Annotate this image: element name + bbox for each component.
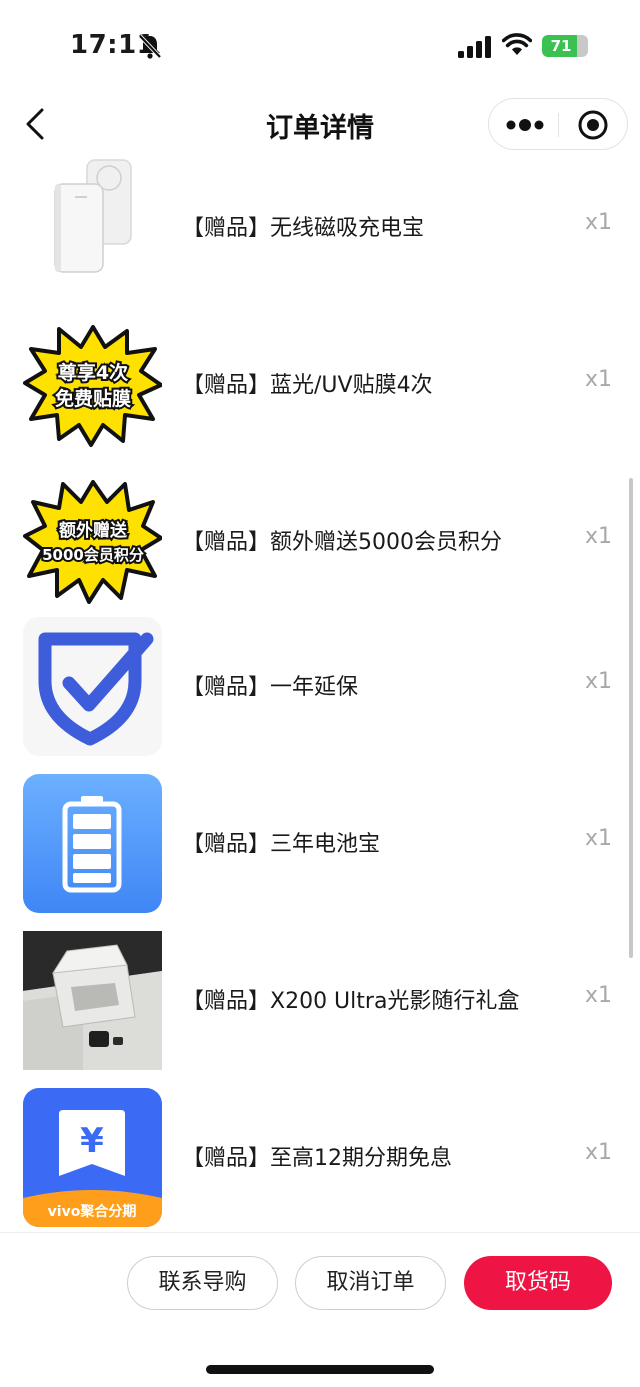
page-title: 订单详情 <box>266 113 374 144</box>
shield-check-icon <box>23 617 162 756</box>
gift-name: 【赠品】X200 Ultra光影随行礼盒 <box>182 989 520 1014</box>
gift-row[interactable]: 尊享4次 免费贴膜 【赠品】蓝光/UV贴膜4次 x1 <box>0 315 640 455</box>
installment-badge-text: vivo聚合分期 <box>48 1203 137 1220</box>
gift-qty: x1 <box>584 983 612 1008</box>
gift-box-photo <box>23 931 162 1070</box>
chevron-left-icon[interactable] <box>18 106 54 142</box>
gift-name: 【赠品】三年电池宝 <box>182 832 381 857</box>
gift-row[interactable]: 【赠品】一年延保 x1 <box>0 617 640 757</box>
target-circle-icon[interactable] <box>577 109 609 141</box>
wifi-icon <box>502 33 532 55</box>
battery-level: 71 <box>550 37 572 55</box>
battery-app-icon <box>23 774 162 913</box>
gift-list[interactable]: 【赠品】无线磁吸充电宝 x1 尊享4次 免费贴膜 【赠品】蓝光/UV贴膜4次 x… <box>0 158 640 1232</box>
starburst-badge: 额外赠送 5000会员积分 <box>23 472 162 611</box>
bell-slash-icon <box>138 34 162 59</box>
gift-name: 【赠品】一年延保 <box>182 675 359 700</box>
gift-qty: x1 <box>584 524 612 549</box>
badge-line-2: 5000会员积分 <box>42 546 144 564</box>
yuan-bookmark-icon: ¥ vivo聚合分期 <box>23 1088 162 1227</box>
gift-qty: x1 <box>584 367 612 392</box>
gift-qty: x1 <box>584 210 612 235</box>
gift-name: 【赠品】额外赠送5000会员积分 <box>182 530 502 555</box>
badge-line-1: 尊享4次 <box>58 361 128 384</box>
nav-bar: 订单详情 <box>0 92 640 158</box>
contact-guide-button[interactable]: 联系导购 <box>127 1256 278 1310</box>
battery-cap <box>584 42 587 50</box>
gift-name: 【赠品】蓝光/UV贴膜4次 <box>182 373 433 398</box>
gift-row[interactable]: 【赠品】X200 Ultra光影随行礼盒 x1 <box>0 931 640 1071</box>
gift-row[interactable]: 【赠品】三年电池宝 x1 <box>0 774 640 914</box>
home-indicator[interactable] <box>206 1365 434 1374</box>
power-bank-image <box>23 158 162 297</box>
more-dots-icon[interactable] <box>503 107 547 143</box>
cancel-order-button[interactable]: 取消订单 <box>295 1256 446 1310</box>
mini-program-capsule <box>488 98 628 150</box>
capsule-divider <box>558 113 559 137</box>
gift-row[interactable]: 额外赠送 5000会员积分 【赠品】额外赠送5000会员积分 x1 <box>0 472 640 612</box>
bottom-action-bar: 联系导购 取消订单 取货码 <box>0 1232 640 1387</box>
gift-qty: x1 <box>584 1140 612 1165</box>
signal-icon <box>458 36 491 58</box>
gift-row[interactable]: ¥ vivo聚合分期 【赠品】至高12期分期免息 x1 <box>0 1088 640 1228</box>
gift-qty: x1 <box>584 826 612 851</box>
scrollbar[interactable] <box>629 478 633 958</box>
gift-qty: x1 <box>584 669 612 694</box>
pickup-code-button[interactable]: 取货码 <box>464 1256 612 1310</box>
starburst-badge: 尊享4次 免费贴膜 <box>23 315 162 454</box>
gift-name: 【赠品】至高12期分期免息 <box>182 1146 452 1171</box>
status-bar: 17:11 71 <box>0 0 640 92</box>
gift-name: 【赠品】无线磁吸充电宝 <box>182 216 425 241</box>
gift-row[interactable]: 【赠品】无线磁吸充电宝 x1 <box>0 158 640 298</box>
battery-icon: 71 <box>542 35 588 59</box>
badge-line-1: 额外赠送 <box>59 520 128 541</box>
svg-text:¥: ¥ <box>80 1121 104 1161</box>
badge-line-2: 免费贴膜 <box>55 387 131 410</box>
